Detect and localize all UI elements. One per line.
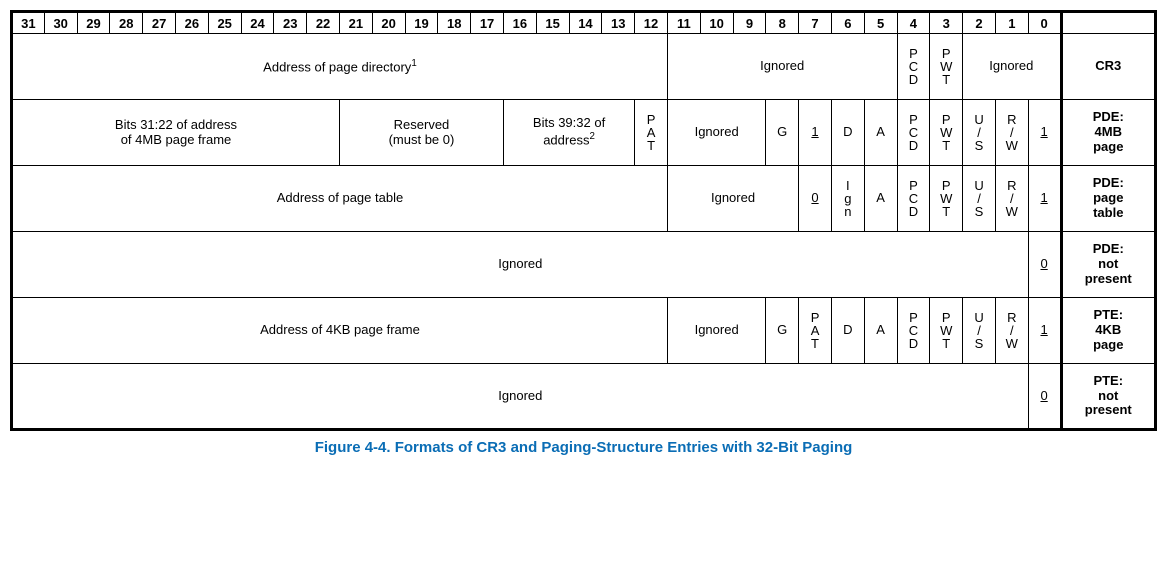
bit-header: 10 — [700, 12, 733, 34]
field-pwt: PWT — [930, 166, 963, 232]
field-pcd: PCD — [897, 100, 930, 166]
field-ignored: Ignored — [667, 166, 798, 232]
bit-header: 7 — [799, 12, 832, 34]
bit-header: 21 — [339, 12, 372, 34]
field-ignored: Ignored — [667, 34, 897, 100]
field-pat: PAT — [799, 298, 832, 364]
row-cr3: Address of page directory1 Ignored PCD P… — [12, 34, 1156, 100]
field-pcd: PCD — [897, 166, 930, 232]
field-pcd: PCD — [897, 34, 930, 100]
field-present: 1 — [1028, 100, 1061, 166]
field-us: U/S — [963, 298, 996, 364]
bit-header: 20 — [372, 12, 405, 34]
bit-header: 17 — [471, 12, 504, 34]
figure-caption: Figure 4-4. Formats of CR3 and Paging-St… — [10, 431, 1157, 456]
bit-header: 13 — [602, 12, 635, 34]
field-present: 0 — [1028, 232, 1061, 298]
field-ignored: Ignored — [12, 232, 1029, 298]
row-label-pdetable: PDE:pagetable — [1061, 166, 1156, 232]
field-rw: R/W — [995, 298, 1028, 364]
field-addr-high: Bits 39:32 of address2 — [503, 100, 634, 166]
bit-header: 14 — [569, 12, 602, 34]
field-addr-4kb: Address of 4KB page frame — [12, 298, 668, 364]
field-g: G — [766, 298, 799, 364]
bitfield-table: 31 30 29 28 27 26 25 24 23 22 21 20 19 1… — [10, 10, 1157, 431]
bit-header: 12 — [635, 12, 668, 34]
bit-header: 8 — [766, 12, 799, 34]
field-ps: 1 — [799, 100, 832, 166]
bit-header: 23 — [274, 12, 307, 34]
row-label-pte4kb: PTE:4KBpage — [1061, 298, 1156, 364]
bit-header: 2 — [963, 12, 996, 34]
row-pte-not-present: Ignored 0 PTE:notpresent — [12, 364, 1156, 430]
row-pde-page-table: Address of page table Ignored 0 Ign A PC… — [12, 166, 1156, 232]
bit-header: 28 — [110, 12, 143, 34]
bit-header: 31 — [12, 12, 45, 34]
field-pwt: PWT — [930, 298, 963, 364]
bit-header: 15 — [536, 12, 569, 34]
field-present: 1 — [1028, 298, 1061, 364]
field-present: 0 — [1028, 364, 1061, 430]
figure-paging-formats: 31 30 29 28 27 26 25 24 23 22 21 20 19 1… — [10, 10, 1157, 456]
field-reserved: Reserved(must be 0) — [339, 100, 503, 166]
field-ignored: Ignored — [667, 298, 765, 364]
bit-header: 5 — [864, 12, 897, 34]
bit-header: 16 — [503, 12, 536, 34]
bit-header: 1 — [995, 12, 1028, 34]
bit-header: 11 — [667, 12, 700, 34]
field-pcd: PCD — [897, 298, 930, 364]
row-label-pdenp: PDE:notpresent — [1061, 232, 1156, 298]
row-pte-4kb: Address of 4KB page frame Ignored G PAT … — [12, 298, 1156, 364]
row-pde-4mb: Bits 31:22 of addressof 4MB page frame R… — [12, 100, 1156, 166]
row-label-cr3: CR3 — [1061, 34, 1156, 100]
field-ign: Ign — [831, 166, 864, 232]
row-label-ptenp: PTE:notpresent — [1061, 364, 1156, 430]
bit-header: 4 — [897, 12, 930, 34]
field-us: U/S — [963, 166, 996, 232]
bit-header: 26 — [175, 12, 208, 34]
bit-header: 24 — [241, 12, 274, 34]
bit-header: 3 — [930, 12, 963, 34]
field-ignored: Ignored — [12, 364, 1029, 430]
field-a: A — [864, 298, 897, 364]
field-ignored: Ignored — [963, 34, 1061, 100]
bit-header: 27 — [143, 12, 176, 34]
field-d: D — [831, 100, 864, 166]
field-rw: R/W — [995, 100, 1028, 166]
row-label-pde4mb: PDE:4MBpage — [1061, 100, 1156, 166]
bit-header: 22 — [307, 12, 340, 34]
label-header — [1061, 12, 1156, 34]
bit-header: 9 — [733, 12, 766, 34]
bit-header: 19 — [405, 12, 438, 34]
field-ignored: Ignored — [667, 100, 765, 166]
row-pde-not-present: Ignored 0 PDE:notpresent — [12, 232, 1156, 298]
field-a: A — [864, 166, 897, 232]
bit-header: 6 — [831, 12, 864, 34]
field-address-page-dir: Address of page directory1 — [12, 34, 668, 100]
bit-header-row: 31 30 29 28 27 26 25 24 23 22 21 20 19 1… — [12, 12, 1156, 34]
bit-header: 18 — [438, 12, 471, 34]
field-present: 1 — [1028, 166, 1061, 232]
field-us: U/S — [963, 100, 996, 166]
field-a: A — [864, 100, 897, 166]
field-d: D — [831, 298, 864, 364]
field-pat: PAT — [635, 100, 668, 166]
bit-header: 30 — [44, 12, 77, 34]
field-rw: R/W — [995, 166, 1028, 232]
bit-header: 0 — [1028, 12, 1061, 34]
field-addr-page-table: Address of page table — [12, 166, 668, 232]
field-addr-4mb: Bits 31:22 of addressof 4MB page frame — [12, 100, 340, 166]
bit-header: 29 — [77, 12, 110, 34]
field-pwt: PWT — [930, 100, 963, 166]
bit-header: 25 — [208, 12, 241, 34]
field-g: G — [766, 100, 799, 166]
field-pwt: PWT — [930, 34, 963, 100]
field-ps: 0 — [799, 166, 832, 232]
